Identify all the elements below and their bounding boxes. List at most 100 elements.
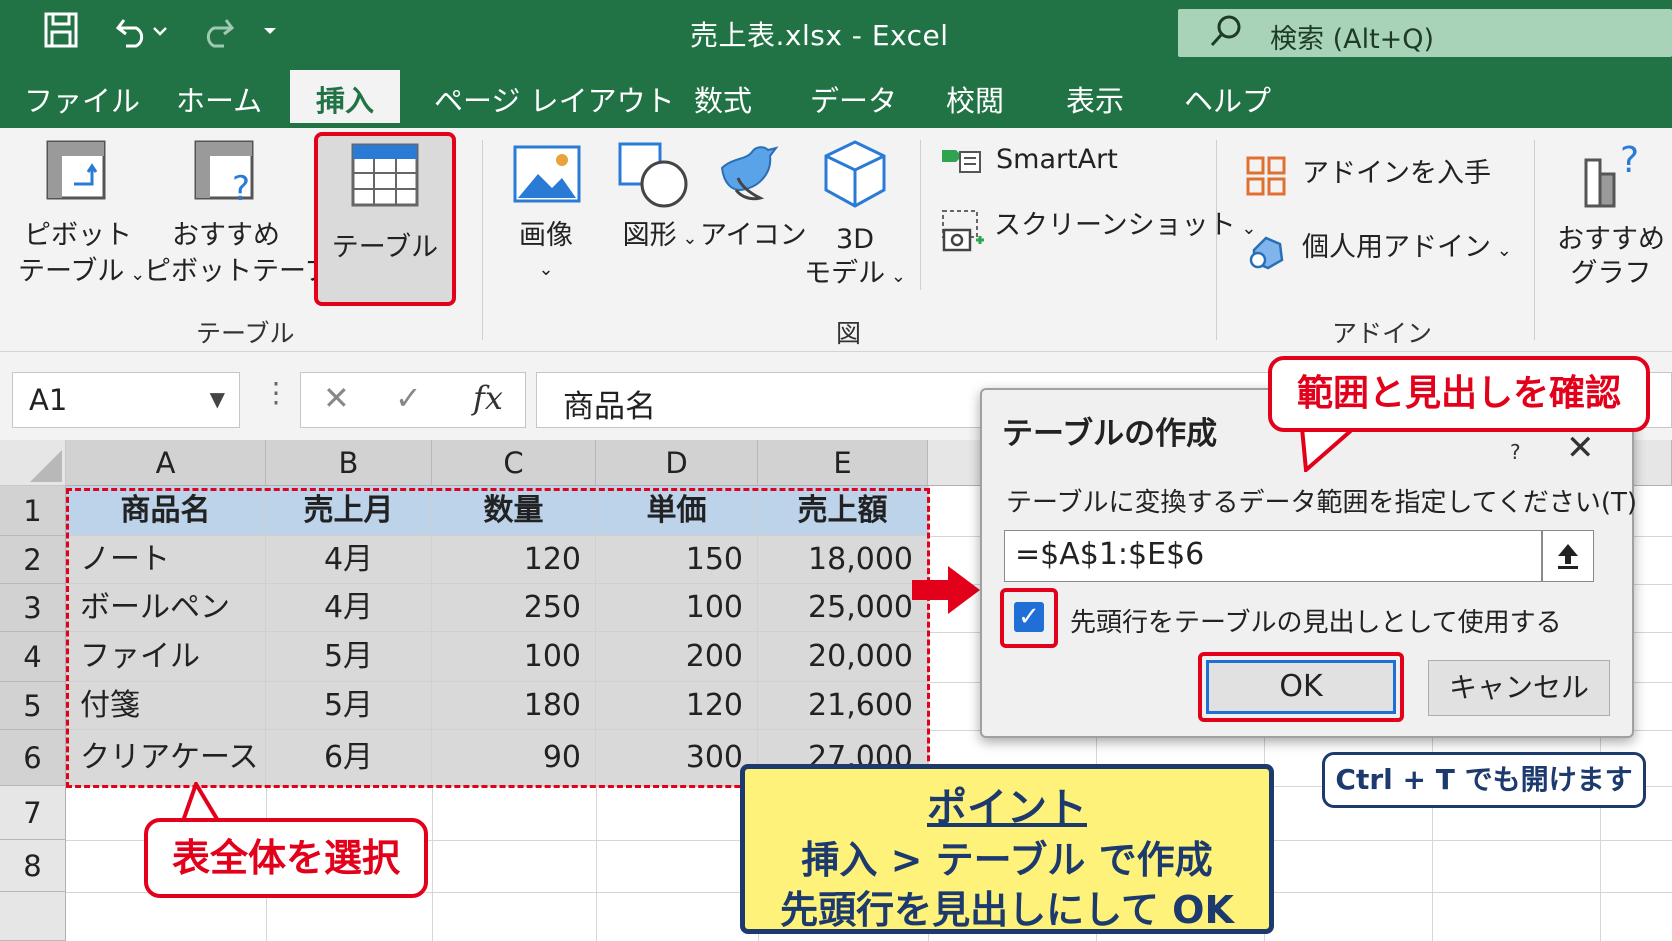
recommended-charts-icon: ? <box>1580 138 1650 220</box>
insert-function-icon[interactable]: fx <box>473 379 503 417</box>
row-header-4[interactable]: 4 <box>0 632 66 682</box>
cancel-entry-icon[interactable]: ✕ <box>323 379 350 417</box>
column-header-c[interactable]: C <box>432 440 596 486</box>
pictures-label: 画像 <box>519 220 573 251</box>
column-header-e[interactable]: E <box>758 440 928 486</box>
recommended-pivottables-button[interactable]: ? おすすめ ピボットテーブル <box>144 138 359 308</box>
selection-marquee <box>66 488 930 788</box>
point-line-1: 挿入 > テーブル で作成 <box>801 838 1213 882</box>
tab-insert[interactable]: 挿入 <box>290 70 401 128</box>
pivottable-label-2: テーブル ⌄ <box>18 254 145 293</box>
tab-file[interactable]: ファイル <box>24 78 140 120</box>
smartart-icon <box>940 142 984 188</box>
table-label: テーブル <box>331 232 439 263</box>
chevron-down-icon: ⌄ <box>676 228 698 249</box>
pivottable-label-2-text: テーブル <box>18 256 125 287</box>
screenshot-button[interactable]: スクリーンショット ⌄ <box>940 206 1256 256</box>
cancel-button[interactable]: キャンセル <box>1428 660 1610 716</box>
row-header-1[interactable]: 1 <box>0 486 66 536</box>
arrow-right-icon <box>910 562 982 622</box>
screenshot-icon <box>940 208 986 264</box>
ok-button[interactable]: OK <box>1206 660 1396 714</box>
dialog-title: テーブルの作成 <box>1002 416 1218 452</box>
row-header-9 <box>0 892 66 941</box>
point-title: ポイント <box>927 785 1087 831</box>
tab-help[interactable]: ヘルプ <box>1184 78 1271 120</box>
row-header-8[interactable]: 8 <box>0 840 66 892</box>
3d-models-label-2: モデル ⌄ <box>804 256 906 295</box>
search-box[interactable]: 検索 (Alt+Q) <box>1178 9 1672 57</box>
get-addins-button[interactable]: アドインを入手 <box>1246 154 1491 200</box>
row-header-3[interactable]: 3 <box>0 584 66 632</box>
customize-qat-icon[interactable] <box>262 12 278 57</box>
name-box[interactable]: A1 ▼ <box>12 372 240 428</box>
undo-icon[interactable] <box>114 12 168 57</box>
column-header-b[interactable]: B <box>266 440 432 486</box>
my-addins-button[interactable]: 個人用アドイン ⌄ <box>1246 228 1516 274</box>
tab-review[interactable]: 校閲 <box>946 78 1004 120</box>
recommended-pivot-icon: ? <box>192 138 262 214</box>
smartart-button[interactable]: SmartArt <box>940 142 1120 182</box>
shapes-label-text: 図形 <box>622 220 677 251</box>
row-header-2[interactable]: 2 <box>0 536 66 584</box>
smartart-label: SmartArt <box>996 144 1118 175</box>
ribbon-tabs: ファイル ホーム 挿入 ページ レイアウト 数式 データ 校閲 表示 ヘルプ <box>0 66 1672 128</box>
ribbon-separator <box>1534 140 1535 340</box>
tab-view[interactable]: 表示 <box>1066 78 1124 120</box>
pivottable-button[interactable]: ピボット テーブル ⌄ <box>18 138 145 308</box>
row-header-5[interactable]: 5 <box>0 682 66 730</box>
tab-home[interactable]: ホーム <box>176 78 262 120</box>
pivottable-icon <box>44 138 110 214</box>
pictures-button[interactable]: 画像 ⌄ <box>500 138 592 308</box>
bird-icon <box>712 138 784 220</box>
my-addins-label-text: 個人用アドイン <box>1302 232 1491 263</box>
redo-icon[interactable] <box>196 12 236 57</box>
headers-checkbox-label[interactable]: 先頭行をテーブルの見出しとして使用する <box>1070 602 1562 639</box>
column-header-a[interactable]: A <box>66 440 266 486</box>
screenshot-label: スクリーンショット ⌄ <box>994 208 1256 247</box>
pivottable-label-1: ピボット <box>24 220 132 251</box>
my-addins-label: 個人用アドイン ⌄ <box>1302 230 1512 269</box>
more-options-icon[interactable]: ⋮ <box>262 376 290 409</box>
tab-formulas[interactable]: 数式 <box>694 78 752 120</box>
3d-models-button[interactable]: 3D モデル ⌄ <box>804 138 906 308</box>
column-header-d[interactable]: D <box>596 440 758 486</box>
caret-down-icon[interactable]: ▼ <box>210 387 225 411</box>
chevron-down-icon: ⌄ <box>885 266 906 287</box>
chevron-down-icon: ⌄ <box>538 259 554 280</box>
checkmark-icon: ✓ <box>1018 602 1040 632</box>
ribbon-separator <box>920 140 921 290</box>
help-icon[interactable]: ? <box>1510 440 1521 464</box>
table-button[interactable]: テーブル <box>318 138 452 298</box>
svg-text:?: ? <box>1620 140 1639 181</box>
callout-select-all: 表全体を選択 <box>144 818 428 898</box>
confirm-entry-icon[interactable]: ✓ <box>395 379 422 417</box>
select-all-corner[interactable] <box>0 440 66 486</box>
recommended-charts-label-1: おすすめ <box>1557 224 1665 255</box>
group-label-illustrations: 図 <box>836 319 862 348</box>
ribbon: ピボット テーブル ⌄ ? おすすめ ピボットテーブル テーブル テーブル 画像… <box>0 128 1672 352</box>
range-input[interactable]: =$A$1:$E$6 <box>1004 530 1542 582</box>
ribbon-separator <box>1216 140 1217 340</box>
row-header-7[interactable]: 7 <box>0 786 66 840</box>
picture-icon <box>512 144 582 214</box>
close-icon[interactable]: ✕ <box>1566 428 1595 468</box>
tab-data[interactable]: データ <box>810 78 897 120</box>
recommended-charts-button[interactable]: ? おすすめ グラフ <box>1550 138 1672 308</box>
icons-button[interactable]: アイコン <box>700 138 807 308</box>
collapse-dialog-icon[interactable] <box>1542 530 1594 582</box>
search-placeholder: 検索 (Alt+Q) <box>1270 24 1435 55</box>
headers-checkbox[interactable]: ✓ <box>1014 602 1044 632</box>
recommended-pivot-label-1: おすすめ <box>172 220 280 251</box>
icons-label: アイコン <box>700 220 807 251</box>
row-header-6[interactable]: 6 <box>0 730 66 786</box>
tab-page-layout[interactable]: ページ レイアウト <box>434 78 675 120</box>
recommended-pivot-label-2: ピボットテーブル <box>144 256 359 287</box>
title-bar: 売上表.xlsx - Excel 検索 (Alt+Q) <box>0 0 1672 66</box>
search-icon <box>1208 13 1244 60</box>
my-addins-icon <box>1246 230 1288 282</box>
shapes-button[interactable]: 図形 ⌄ <box>612 138 708 308</box>
save-icon[interactable] <box>44 12 78 57</box>
table-icon <box>350 142 420 218</box>
chevron-down-icon: ⌄ <box>1491 240 1512 261</box>
